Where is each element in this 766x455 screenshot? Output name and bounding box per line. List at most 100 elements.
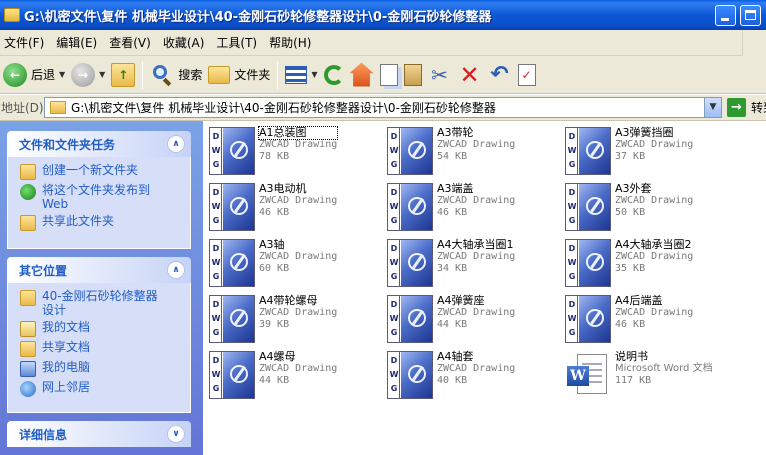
file-tile[interactable]: DWG A4大轴承当圈1 ZWCAD Drawing 34 KB <box>387 239 515 287</box>
menu-file[interactable]: 文件(F) <box>0 32 50 54</box>
other-places-panel: 其它位置 ∧ 40-金刚石砂轮修整器设计 我的文档 共享文档 我的电脑 网上邻居 <box>7 257 191 413</box>
file-tile[interactable]: DWG A3弹簧挡圈 ZWCAD Drawing 37 KB <box>565 127 693 175</box>
search-label: 搜索 <box>178 68 203 82</box>
forward-arrow-icon: → <box>71 62 96 87</box>
file-tasks-header[interactable]: 文件和文件夹任务 ∧ <box>7 131 191 157</box>
file-tile[interactable]: DWG A3外套 ZWCAD Drawing 50 KB <box>565 183 693 231</box>
maximize-button[interactable] <box>740 5 761 26</box>
file-tile[interactable]: DWG A4带轮螺母 ZWCAD Drawing 39 KB <box>209 295 337 343</box>
file-size: 40 KB <box>437 375 468 386</box>
cut-button[interactable]: ✂ <box>425 59 455 91</box>
file-tile[interactable]: DWG A4螺母 ZWCAD Drawing 44 KB <box>209 351 337 399</box>
folders-button[interactable]: 文件夹 <box>205 59 273 91</box>
address-input[interactable]: G:\机密文件\复件 机械毕业设计\40-金刚石砂轮修整器设计\0-金刚石砂轮修… <box>44 97 722 118</box>
go-button[interactable]: → 转到 <box>727 98 766 117</box>
other-places-header[interactable]: 其它位置 ∧ <box>7 257 191 283</box>
go-arrow-icon: → <box>727 98 746 117</box>
file-size: 60 KB <box>259 263 290 274</box>
place-network[interactable]: 网上邻居 <box>20 380 182 397</box>
forward-button[interactable]: → ▼ <box>68 59 108 91</box>
file-size: 39 KB <box>259 319 290 330</box>
dwg-icon: DWG <box>209 351 255 399</box>
place-parent-folder[interactable]: 40-金刚石砂轮修整器设计 <box>20 289 182 317</box>
views-button[interactable]: ▼ <box>282 59 320 91</box>
file-size: 37 KB <box>615 151 646 162</box>
properties-button[interactable]: ✓ <box>515 59 539 91</box>
expand-icon[interactable]: ∨ <box>167 425 185 443</box>
file-name: A3弹簧挡圈 <box>615 126 674 139</box>
folder-icon <box>20 290 36 306</box>
place-my-documents[interactable]: 我的文档 <box>20 320 182 337</box>
details-panel: 详细信息 ∨ <box>7 421 191 447</box>
collapse-icon[interactable]: ∧ <box>167 261 185 279</box>
menu-edit[interactable]: 编辑(E) <box>50 32 103 54</box>
file-name: A3端盖 <box>437 182 474 195</box>
back-button[interactable]: ← 后退 ▼ <box>0 59 68 91</box>
file-size: 46 KB <box>437 207 468 218</box>
menu-view[interactable]: 查看(V) <box>103 32 157 54</box>
file-name: A4螺母 <box>259 350 296 363</box>
back-arrow-icon: ← <box>3 62 27 87</box>
go-label: 转到 <box>751 101 766 115</box>
file-size: 50 KB <box>615 207 646 218</box>
minimize-button[interactable] <box>715 5 736 26</box>
file-type: ZWCAD Drawing <box>259 363 338 374</box>
place-my-computer[interactable]: 我的电脑 <box>20 360 182 377</box>
delete-button[interactable]: ✕ <box>455 59 485 91</box>
paste-button[interactable] <box>401 59 425 91</box>
file-tile[interactable]: DWG A3端盖 ZWCAD Drawing 46 KB <box>387 183 515 231</box>
file-tile[interactable]: DWG A4大轴承当圈2 ZWCAD Drawing 35 KB <box>565 239 693 287</box>
file-tile[interactable]: DWG A1总装图 ZWCAD Drawing 78 KB <box>209 126 339 175</box>
file-name: A3电动机 <box>259 182 307 195</box>
views-dropdown-icon: ▼ <box>311 70 318 79</box>
properties-icon: ✓ <box>517 63 536 86</box>
menu-tools[interactable]: 工具(T) <box>210 32 263 54</box>
file-size: 54 KB <box>437 151 468 162</box>
sync-button[interactable] <box>321 59 347 91</box>
file-name: A1总装图 <box>257 126 339 140</box>
file-tile[interactable]: DWG A3电动机 ZWCAD Drawing 46 KB <box>209 183 337 231</box>
task-share-folder[interactable]: 共享此文件夹 <box>20 214 182 231</box>
undo-button[interactable]: ↶ <box>485 59 515 91</box>
file-type: ZWCAD Drawing <box>259 139 338 150</box>
toolbar-separator <box>142 60 144 89</box>
toolbar: ← 后退 ▼ → ▼ ↑ 搜索 文件夹 ▼ ✂ ✕ ↶ ✓ <box>0 56 766 94</box>
forward-dropdown-icon[interactable]: ▼ <box>99 70 105 79</box>
sync-icon <box>323 64 344 85</box>
task-publish-web[interactable]: 将这个文件夹发布到 Web <box>20 183 182 211</box>
copy-to-button[interactable] <box>377 59 401 91</box>
file-tile[interactable]: DWG A4弹簧座 ZWCAD Drawing 44 KB <box>387 295 515 343</box>
dwg-icon: DWG <box>387 127 433 175</box>
address-path: G:\机密文件\复件 机械毕业设计\40-金刚石砂轮修整器设计\0-金刚石砂轮修… <box>71 101 496 115</box>
dwg-icon: DWG <box>565 183 611 231</box>
file-tile[interactable]: DWG A4后端盖 ZWCAD Drawing 46 KB <box>565 295 693 343</box>
title-bar[interactable]: G:\机密文件\复件 机械毕业设计\40-金刚石砂轮修整器设计\0-金刚石砂轮修… <box>0 0 766 30</box>
dwg-icon: DWG <box>209 183 255 231</box>
search-icon <box>150 63 174 87</box>
up-folder-button[interactable]: ↑ <box>108 59 138 91</box>
paste-icon <box>403 63 422 86</box>
file-type: ZWCAD Drawing <box>437 195 516 206</box>
address-dropdown-button[interactable]: ▼ <box>704 98 721 117</box>
file-tile[interactable]: DWG A4轴套 ZWCAD Drawing 40 KB <box>387 351 515 399</box>
search-button[interactable]: 搜索 <box>147 59 205 91</box>
menu-favorites[interactable]: 收藏(A) <box>157 32 211 54</box>
file-name: A4大轴承当圈1 <box>437 238 514 251</box>
collapse-icon[interactable]: ∧ <box>167 135 185 153</box>
file-name: A3外套 <box>615 182 652 195</box>
file-tile[interactable]: DWG A3轴 ZWCAD Drawing 60 KB <box>209 239 337 287</box>
dwg-icon: DWG <box>387 295 433 343</box>
back-dropdown-icon[interactable]: ▼ <box>59 70 65 79</box>
dwg-icon: DWG <box>209 295 255 343</box>
folder-icon <box>4 8 20 22</box>
menu-help[interactable]: 帮助(H) <box>263 32 317 54</box>
file-tile[interactable]: W 说明书 Microsoft Word 文档 117 KB <box>565 351 713 398</box>
file-tile[interactable]: DWG A3带轮 ZWCAD Drawing 54 KB <box>387 127 515 175</box>
task-pane: 文件和文件夹任务 ∧ 创建一个新文件夹 将这个文件夹发布到 Web 共享此文件夹… <box>0 121 203 455</box>
place-shared-documents[interactable]: 共享文档 <box>20 340 182 357</box>
menu-bar: 文件(F) 编辑(E) 查看(V) 收藏(A) 工具(T) 帮助(H) <box>0 30 766 56</box>
details-header[interactable]: 详细信息 ∨ <box>7 421 191 447</box>
home-button[interactable] <box>347 59 377 91</box>
task-new-folder[interactable]: 创建一个新文件夹 <box>20 163 182 180</box>
task-label: 共享此文件夹 <box>42 214 115 228</box>
